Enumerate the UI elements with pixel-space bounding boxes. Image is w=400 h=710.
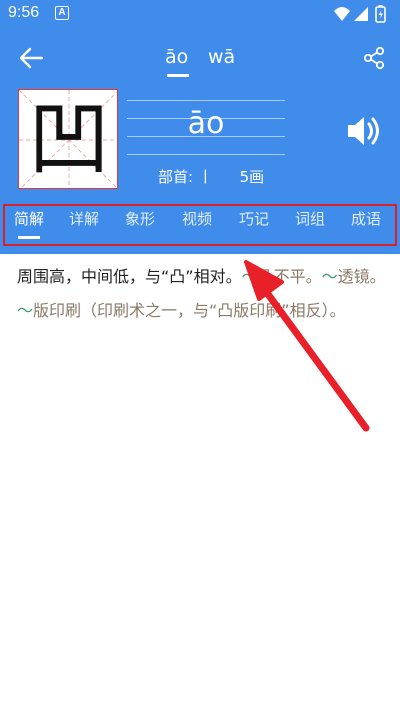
definition-tilde: ～	[17, 301, 34, 320]
share-icon	[363, 46, 385, 70]
pinyin-tab-indicator	[167, 74, 189, 77]
signal-icon	[354, 7, 368, 21]
definition-tilde: ～	[321, 267, 338, 286]
definition-example: 凸不平。	[257, 267, 322, 286]
speaker-icon	[348, 117, 379, 145]
status-icons	[334, 5, 386, 23]
pinyin-tab-wa[interactable]: wā	[208, 46, 235, 68]
pinyin-reading: āo	[187, 106, 225, 141]
battery-icon	[375, 5, 386, 23]
category-tabs: 简解 详解 象形 视频 巧记 词组 成语	[3, 204, 397, 246]
definition-example: 透镜。	[337, 267, 386, 286]
play-pronunciation-button[interactable]	[344, 112, 384, 150]
radical-label: 部首:	[158, 168, 194, 186]
definition-main: 周围高，中间低，与“凸”相对。	[17, 267, 242, 286]
stroke-count: 5画	[239, 168, 265, 186]
tab-mnemonic[interactable]: 巧记	[239, 208, 269, 229]
definition-text: 周围高，中间低，与“凸”相对。～凸不平。～透镜。～版印刷（印刷术之一，与“凸版印…	[17, 260, 387, 328]
tab-detail[interactable]: 详解	[69, 208, 99, 229]
back-button[interactable]	[14, 42, 50, 74]
character-glyph: 凹	[27, 92, 110, 187]
radical-info: 部首: 丨 5画	[158, 166, 264, 187]
pinyin-tab-ao[interactable]: āo	[165, 46, 188, 68]
tab-pictograph[interactable]: 象形	[125, 208, 155, 229]
character-tile[interactable]: 凹	[18, 89, 118, 189]
arrow-left-icon	[19, 47, 44, 69]
status-bar: 9:56 A	[0, 0, 400, 28]
tab-indicator	[18, 236, 40, 239]
definition-tilde: ～	[241, 267, 258, 286]
status-time: 9:56	[8, 4, 40, 21]
notification-icon: A	[55, 6, 69, 20]
definition-example: 版印刷（印刷术之一，与“凸版印刷”相反）。	[33, 301, 346, 320]
tab-idioms[interactable]: 成语	[351, 208, 381, 229]
tab-brief[interactable]: 简解	[14, 208, 44, 229]
share-button[interactable]	[360, 44, 388, 72]
wifi-icon	[334, 7, 350, 21]
tab-video[interactable]: 视频	[182, 208, 212, 229]
tab-phrases[interactable]: 词组	[295, 208, 325, 229]
radical-value: 丨	[197, 168, 213, 186]
